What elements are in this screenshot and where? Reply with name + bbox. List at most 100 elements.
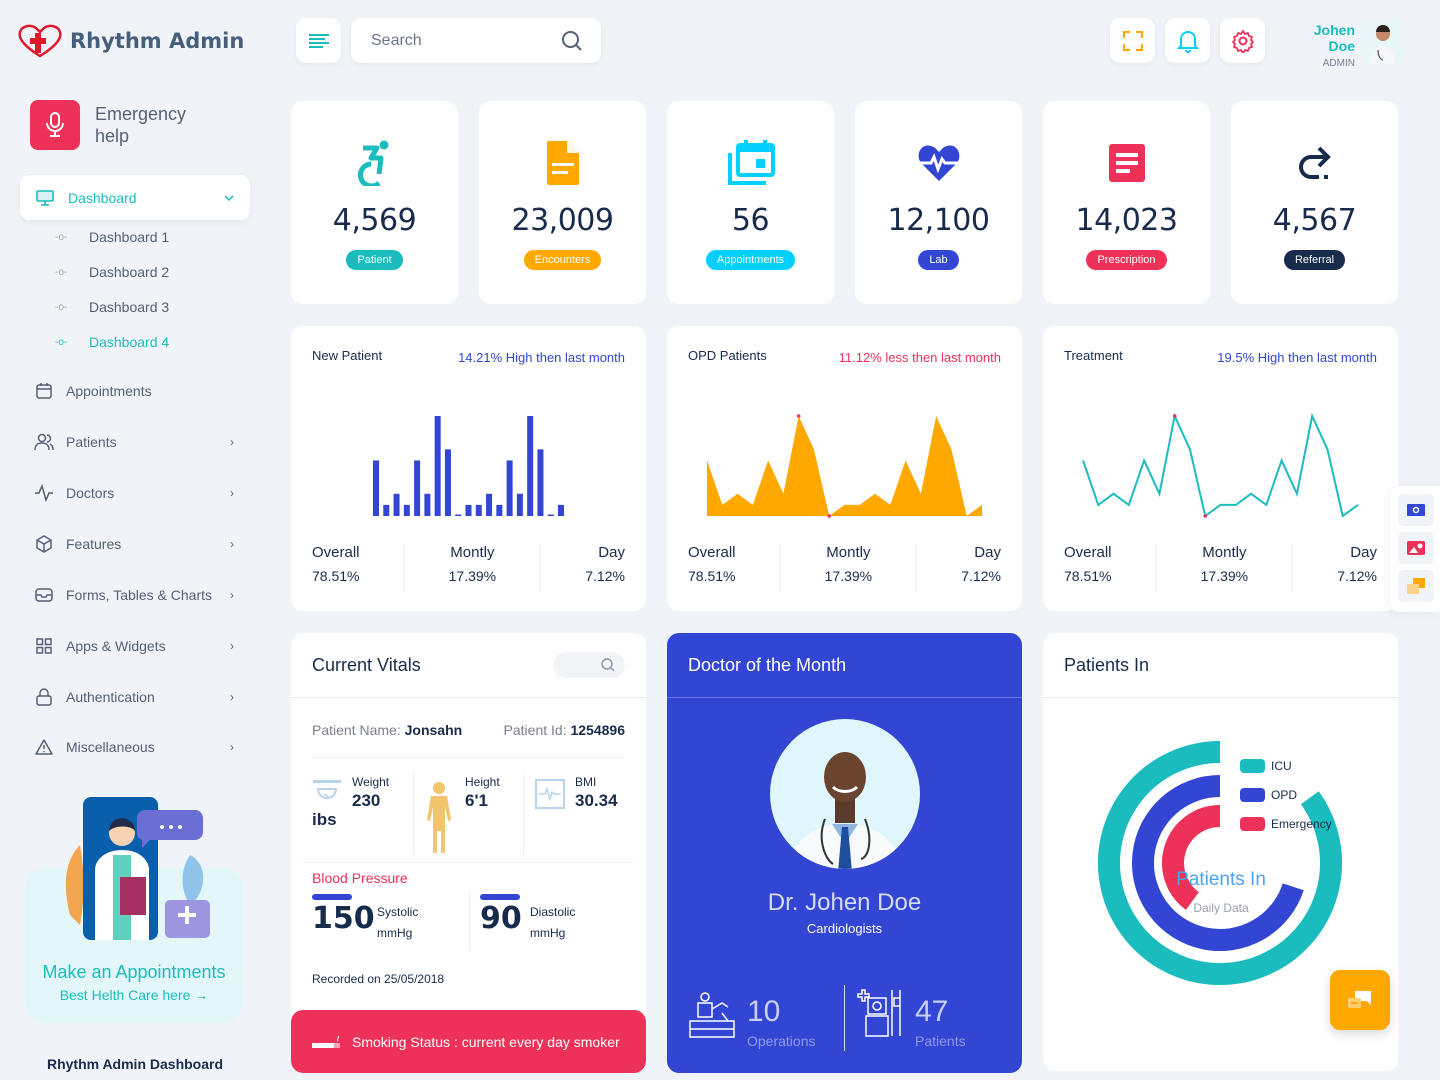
- monthly-value: 17.39%: [824, 568, 873, 584]
- doctor-name: Dr. Johen Doe: [767, 889, 922, 916]
- lock-icon: [34, 687, 54, 707]
- sidebar-footer-title: Rhythm Admin Dashboard: [46, 1056, 224, 1072]
- diastolic-value: 90: [480, 901, 522, 936]
- legend-item-icu[interactable]: ICU: [1240, 751, 1332, 780]
- fullscreen-icon: [1122, 30, 1143, 51]
- sidebar-item-forms-tables-charts[interactable]: Forms, Tables & Charts ›: [34, 585, 234, 605]
- search-input[interactable]: [371, 31, 551, 50]
- patients-in-title: Patients In: [1043, 633, 1398, 698]
- settings-button[interactable]: [1220, 18, 1265, 63]
- sidebar-subitem-dashboard-2[interactable]: -o- Dashboard 2: [55, 264, 169, 280]
- sidebar-subitem-dashboard-1[interactable]: -o- Dashboard 1: [55, 229, 169, 245]
- opd-patients-area-chart: [707, 414, 982, 518]
- sidebar-subitem-dashboard-4[interactable]: -o- Dashboard 4: [55, 334, 169, 350]
- bar: [373, 460, 379, 516]
- sidebar-item-label: Dashboard: [68, 189, 137, 206]
- day-value: 7.12%: [961, 568, 1001, 584]
- sidebar-item-features[interactable]: Features ›: [34, 534, 234, 554]
- monitor-icon: [36, 189, 54, 206]
- sidebar-item-patients[interactable]: Patients ›: [34, 432, 234, 452]
- search-icon: [601, 658, 615, 672]
- bar: [527, 416, 534, 516]
- chevron-down-icon: [224, 194, 234, 201]
- chevron-right-icon: ›: [230, 435, 234, 449]
- sidebar-item-authentication[interactable]: Authentication ›: [34, 687, 234, 707]
- sidebar-item-dashboard[interactable]: Dashboard: [20, 175, 250, 220]
- bar: [537, 449, 544, 516]
- legend-item-emergency[interactable]: Emergency: [1240, 809, 1332, 838]
- treatment-line-chart: [1082, 412, 1359, 518]
- legend-item-opd[interactable]: OPD: [1240, 780, 1332, 809]
- sidebar-item-appointments[interactable]: Appointments: [34, 381, 234, 401]
- quick-chat-button[interactable]: [1398, 570, 1434, 602]
- bar: [506, 460, 513, 516]
- day-label: Day: [598, 544, 625, 561]
- chart-title: New Patient: [312, 348, 383, 363]
- stat-value: 4,569: [332, 203, 417, 238]
- chat-fab-button[interactable]: [1330, 970, 1390, 1030]
- calendar-stack-icon: [727, 140, 775, 185]
- stat-card-prescription[interactable]: 14,023 Prescription: [1043, 101, 1210, 304]
- stat-card-lab[interactable]: 12,100 Lab: [855, 101, 1022, 304]
- overall-value: 78.51%: [688, 568, 736, 584]
- new-patient-bar-chart: [373, 416, 564, 516]
- stat-card-appointments[interactable]: 56 Appointments: [667, 101, 834, 304]
- stat-card-referral[interactable]: 4,567 Referral: [1231, 101, 1398, 304]
- weight-label: Weight: [352, 775, 390, 789]
- emergency-button[interactable]: [30, 100, 80, 150]
- app-logo[interactable]: Rhythm Admin: [16, 24, 244, 58]
- chart-legend: ICU OPD Emergency: [1240, 751, 1332, 838]
- promo-link[interactable]: Best Helth Care here →: [25, 987, 243, 1003]
- sidebar-item-miscellaneous[interactable]: Miscellaneous ›: [34, 737, 234, 757]
- chart-trend: 14.21% High then last month: [458, 350, 625, 365]
- search-icon[interactable]: [561, 30, 583, 52]
- quick-gallery-button[interactable]: [1398, 532, 1434, 564]
- chart-card-opd-patients: OPD Patients 11.12% less then last month…: [667, 326, 1022, 611]
- quick-camera-button[interactable]: [1398, 494, 1434, 526]
- vitals-search-button[interactable]: [553, 652, 625, 678]
- patient-bed-icon: [857, 989, 901, 1037]
- bullet-icon: -o-: [55, 266, 68, 278]
- overall-label: Overall: [312, 544, 360, 561]
- bar: [558, 504, 564, 516]
- stat-badge: Encounters: [523, 250, 602, 270]
- bar: [393, 493, 400, 516]
- systolic-value: 150: [312, 901, 375, 936]
- document-icon: [546, 141, 579, 185]
- user-name: Johen Doe: [1313, 22, 1355, 54]
- weight-unit: ibs: [312, 810, 337, 829]
- activity-icon: [34, 483, 54, 503]
- user-info[interactable]: Johen Doe ADMIN: [1285, 22, 1355, 69]
- line-series: [1082, 412, 1359, 518]
- chevron-right-icon: ›: [230, 537, 234, 551]
- cigarette-icon: [312, 1035, 340, 1048]
- stat-badge: Appointments: [705, 250, 796, 270]
- bar: [383, 504, 390, 516]
- systolic-label: Systolic: [377, 905, 419, 919]
- user-avatar[interactable]: [1362, 20, 1404, 64]
- fullscreen-button[interactable]: [1110, 18, 1155, 63]
- notifications-button[interactable]: [1165, 18, 1210, 63]
- stat-card-encounters[interactable]: 23,009 Encounters: [479, 101, 646, 304]
- bar: [403, 504, 410, 516]
- menu-toggle-button[interactable]: [296, 18, 341, 63]
- emergency-help[interactable]: Emergency help: [30, 100, 205, 150]
- stat-card-patient[interactable]: 4,569 Patient: [291, 101, 458, 304]
- heart-pulse-icon: [916, 145, 961, 181]
- overall-value: 78.51%: [312, 568, 360, 584]
- monthly-label: Montly: [826, 544, 871, 561]
- app-title: Rhythm Admin: [70, 29, 245, 53]
- redo-arrow-icon: [1298, 146, 1331, 179]
- quick-panel: [1390, 486, 1440, 612]
- patients-label: Patients: [915, 1033, 966, 1049]
- bar: [486, 493, 493, 516]
- stat-value: 4,567: [1272, 203, 1357, 238]
- sidebar-item-apps-widgets[interactable]: Apps & Widgets ›: [34, 636, 234, 656]
- menu-lines-icon: [308, 33, 329, 48]
- sidebar-item-doctors[interactable]: Doctors ›: [34, 483, 234, 503]
- bell-icon: [1176, 30, 1199, 53]
- data-point: [1172, 414, 1177, 418]
- sidebar-subitem-dashboard-3[interactable]: -o- Dashboard 3: [55, 299, 169, 315]
- user-role: ADMIN: [1322, 58, 1355, 69]
- area-series: [707, 416, 982, 516]
